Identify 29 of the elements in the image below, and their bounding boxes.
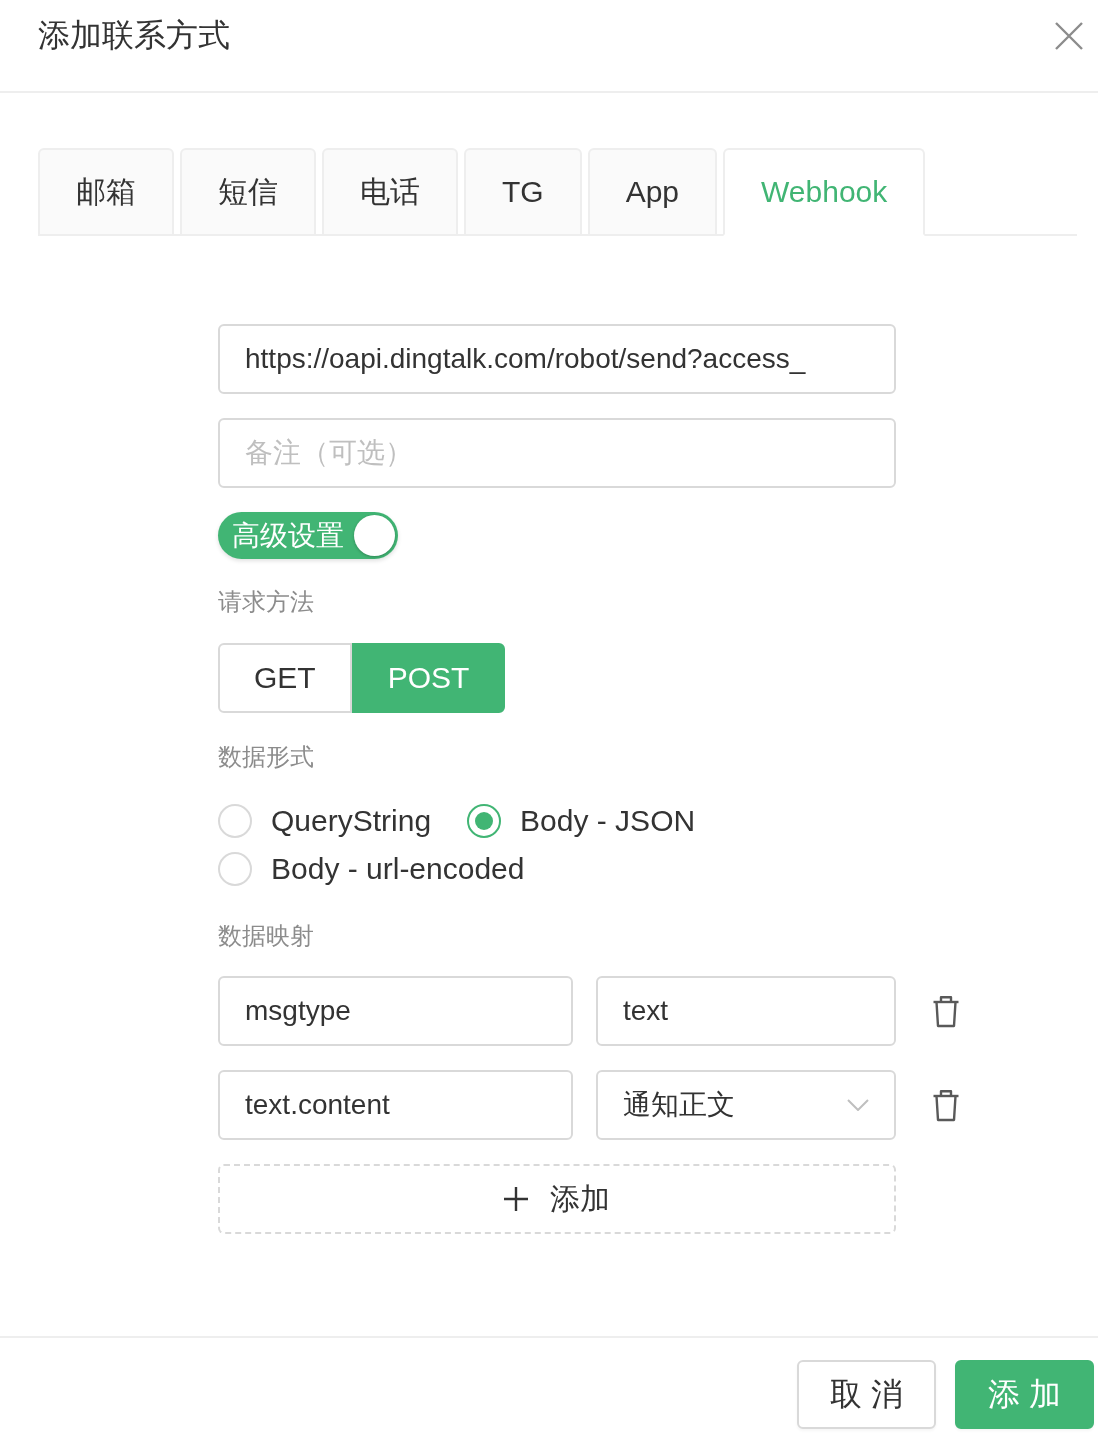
dialog-title: 添加联系方式	[38, 16, 230, 55]
radio-option[interactable]: Body - JSON	[467, 801, 696, 841]
close-icon[interactable]	[1055, 22, 1083, 50]
tab[interactable]: App	[587, 148, 718, 236]
value-field[interactable]: text	[596, 976, 896, 1046]
tab[interactable]: 短信	[180, 148, 316, 236]
method-option-button[interactable]: GET	[218, 643, 352, 713]
chevron-down-icon	[847, 1099, 869, 1111]
field-label: 请求方法	[218, 588, 314, 616]
field-label: 数据映射	[218, 922, 314, 950]
radio-option[interactable]: Body - url-encoded	[218, 849, 525, 889]
radio-icon[interactable]	[218, 804, 252, 838]
key-field[interactable]: text.content	[218, 1070, 573, 1140]
url-field[interactable]: https://oapi.dingtalk.com/robot/send?access_	[218, 324, 896, 394]
remark-field[interactable]: 备注（可选）	[218, 418, 896, 488]
cancel-button[interactable]: 取 消	[797, 1360, 937, 1429]
trash-icon[interactable]	[932, 994, 960, 1028]
field-label: 数据形式	[218, 743, 314, 771]
tab[interactable]: 电话	[322, 148, 458, 236]
trash-icon[interactable]	[932, 1088, 960, 1122]
plus-icon	[504, 1187, 528, 1211]
radio-icon[interactable]	[467, 804, 502, 838]
value-select[interactable]: 通知正文	[596, 1070, 896, 1140]
add-mapping-button[interactable]: 添加	[218, 1164, 896, 1234]
key-field[interactable]: msgtype	[218, 976, 573, 1046]
radio-option[interactable]: QueryString	[218, 801, 432, 841]
tab[interactable]: 邮箱	[38, 148, 174, 236]
radio-icon[interactable]	[218, 852, 252, 886]
tab[interactable]: TG	[464, 148, 582, 236]
